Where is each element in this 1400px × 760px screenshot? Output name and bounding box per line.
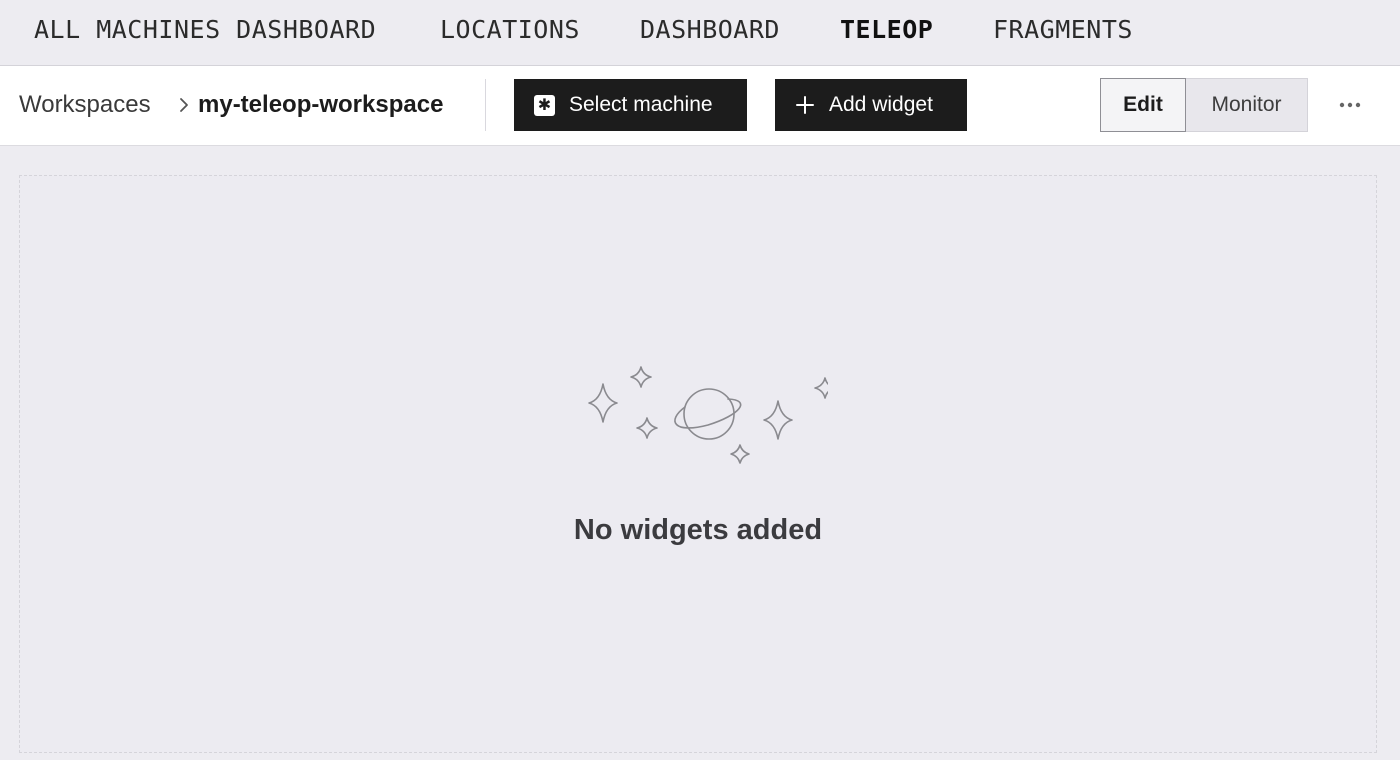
select-machine-label: Select machine: [569, 93, 713, 116]
workspace-toolbar: Workspaces my-teleop-workspace ✱ Select …: [0, 66, 1400, 146]
select-machine-button[interactable]: ✱ Select machine: [514, 79, 747, 131]
nav-fragments[interactable]: FRAGMENTS: [993, 15, 1133, 45]
breadcrumb-current-workspace: my-teleop-workspace: [198, 91, 444, 118]
nav-all-machines-dashboard[interactable]: ALL MACHINES DASHBOARD: [34, 15, 376, 45]
add-widget-button[interactable]: Add widget: [775, 79, 967, 131]
edit-mode-toggle[interactable]: Edit: [1100, 78, 1186, 132]
nav-dashboard[interactable]: DASHBOARD: [640, 15, 780, 45]
nav-locations[interactable]: LOCATIONS: [440, 15, 580, 45]
chevron-right-icon: [180, 98, 188, 112]
monitor-mode-toggle[interactable]: Monitor: [1186, 78, 1308, 132]
ellipsis-icon[interactable]: [1334, 94, 1366, 116]
widget-canvas: No widgets added: [19, 175, 1377, 753]
empty-state-title: No widgets added: [573, 514, 823, 546]
nav-teleop[interactable]: TELEOP: [840, 15, 933, 45]
top-navigation: ALL MACHINES DASHBOARD LOCATIONS DASHBOA…: [0, 0, 1400, 66]
breadcrumb-workspaces-link[interactable]: Workspaces: [19, 90, 151, 120]
asterisk-icon: ✱: [534, 94, 555, 116]
plus-icon: [795, 95, 815, 115]
toolbar-divider: [485, 79, 486, 131]
planet-stars-icon: [588, 366, 828, 464]
add-widget-label: Add widget: [829, 93, 933, 116]
